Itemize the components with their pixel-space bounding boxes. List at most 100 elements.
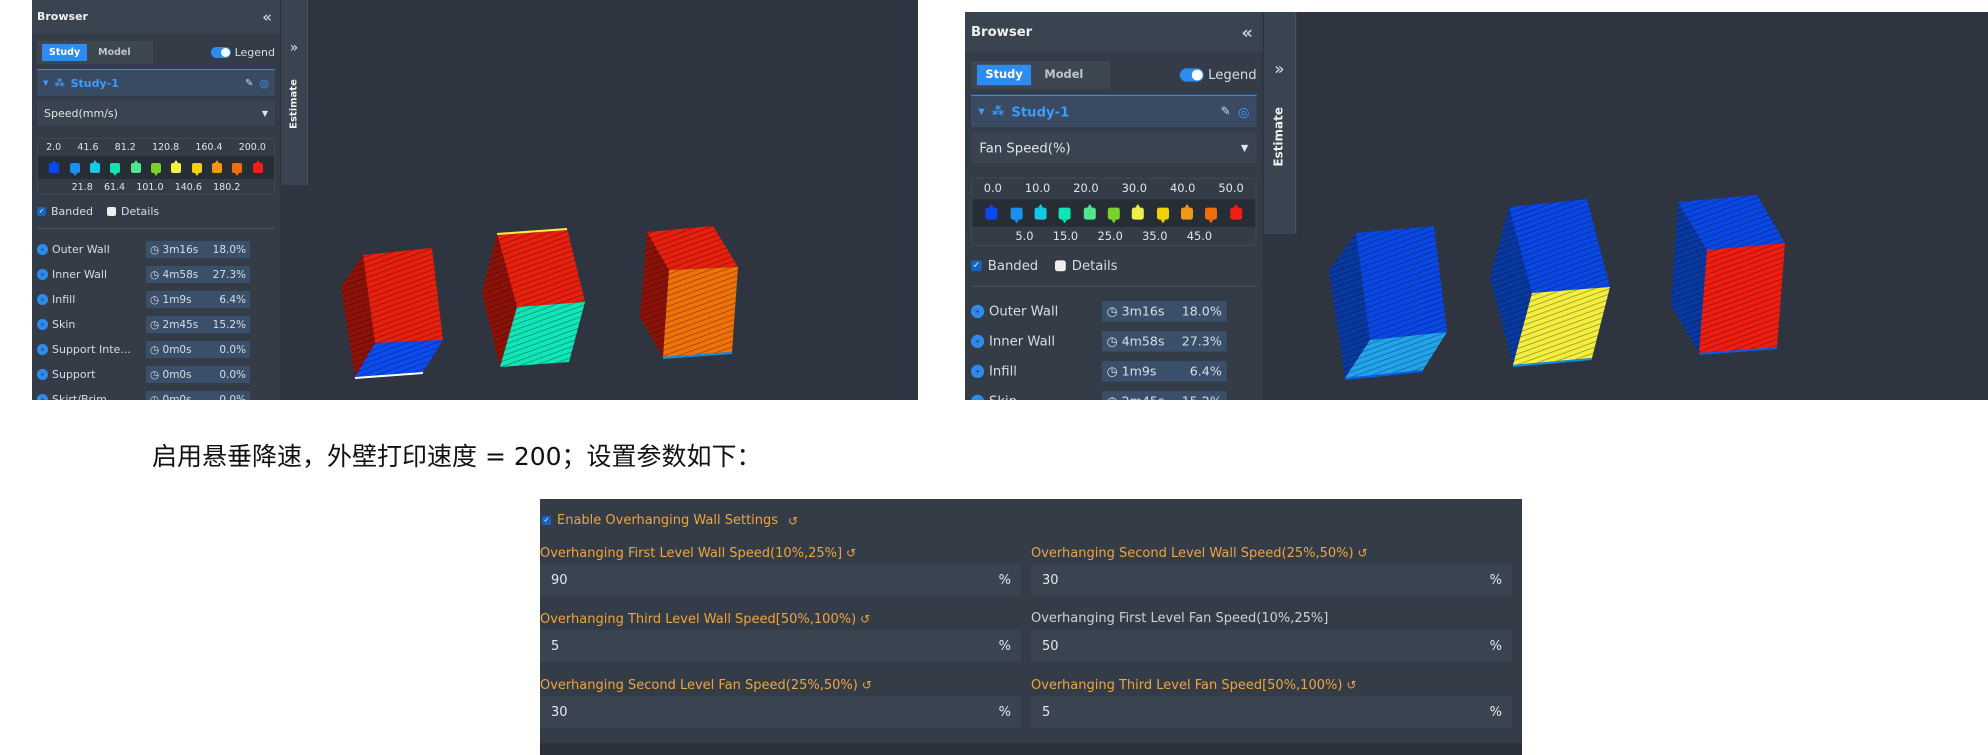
dropdown-value: Speed(mm/s) — [44, 106, 118, 120]
percent-value: 0.0% — [219, 393, 246, 401]
color-scheme-dropdown[interactable]: Fan Speed(%) ▼ — [971, 132, 1257, 164]
field-value[interactable]: 5 — [1042, 705, 1050, 720]
eye-icon[interactable] — [971, 334, 985, 348]
legend-tick-label: 120.8 — [151, 142, 180, 153]
legend-swatch — [1058, 207, 1071, 223]
legend-tick-label: 5.0 — [1015, 230, 1034, 244]
field-input[interactable]: 90% — [540, 564, 1021, 596]
field-input[interactable]: 30% — [1031, 564, 1512, 596]
eye-icon[interactable] — [971, 364, 985, 378]
eye-icon[interactable] — [37, 319, 48, 330]
undo-icon[interactable]: ↺ — [862, 678, 872, 692]
undo-icon[interactable]: ↺ — [1346, 678, 1356, 692]
legend-toggle[interactable]: Legend — [210, 46, 275, 59]
feature-row: Infill ◷ 1m9s 6.4% — [971, 356, 1257, 386]
tab-study[interactable]: Study — [977, 64, 1032, 86]
estimate-tab[interactable]: » Estimate — [1262, 12, 1297, 235]
percent-value: 0.0% — [219, 343, 246, 356]
eye-icon[interactable] — [37, 344, 48, 355]
checkbox[interactable] — [107, 207, 116, 216]
field-label-text: Overhanging First Level Wall Speed(10%,2… — [540, 546, 843, 561]
estimate-tab[interactable]: » Estimate — [280, 0, 308, 185]
banded-checkbox[interactable]: ✓ Banded — [971, 258, 1038, 274]
time-value: 0m0s — [162, 343, 192, 356]
edit-icon[interactable]: ✎ — [1221, 105, 1231, 118]
checkbox[interactable]: ✓ — [37, 207, 46, 216]
browser-header: Browser « — [32, 0, 280, 33]
caret-down-icon[interactable]: ▼ — [978, 107, 984, 117]
field-label: Overhanging Third Level Wall Speed[50%,1… — [540, 610, 1021, 630]
feature-name: Infill — [52, 293, 76, 306]
enable-overhang-checkbox[interactable]: ✓ Enable Overhanging Wall Settings ↺ — [542, 513, 798, 528]
unit-label: % — [1489, 572, 1502, 588]
field-input[interactable]: 30% — [540, 696, 1021, 728]
checkbox[interactable]: ✓ — [971, 260, 982, 272]
tab-model[interactable]: Model — [1036, 65, 1092, 85]
eye-icon[interactable] — [37, 369, 48, 380]
undo-icon[interactable]: ↺ — [860, 612, 870, 626]
unit-label: % — [998, 572, 1011, 588]
double-chevron-right-icon[interactable]: » — [1264, 60, 1295, 79]
field-value[interactable]: 50 — [1042, 639, 1059, 654]
details-checkbox[interactable]: Details — [1055, 258, 1118, 274]
feature-list: Outer Wall ◷ 3m16s 18.0% Inner Wall ◷ 4m58s 2… — [37, 237, 275, 400]
clock-icon: ◷ — [150, 343, 160, 356]
feature-row: Outer Wall ◷ 3m16s 18.0% — [37, 237, 275, 262]
study-row[interactable]: ▼ ⁂ Study-1 ✎ ◎ — [971, 94, 1257, 128]
eye-icon[interactable] — [971, 304, 985, 318]
toggle-switch[interactable] — [210, 47, 231, 58]
banded-checkbox[interactable]: ✓ Banded — [37, 205, 93, 218]
overhang-settings-panel: ✓ Enable Overhanging Wall Settings ↺ Ove… — [540, 499, 1522, 755]
study-row[interactable]: ▼ ⁂ Study-1 ✎ ◎ — [37, 69, 275, 96]
undo-icon[interactable]: ↺ — [788, 514, 798, 528]
time-value: 1m9s — [1121, 364, 1157, 379]
caret-down-icon[interactable]: ▼ — [43, 79, 48, 87]
time-value: 0m0s — [162, 393, 192, 401]
legend-tick-label: 21.8 — [71, 182, 93, 193]
eye-icon[interactable] — [37, 269, 48, 280]
time-value: 2m45s — [162, 318, 199, 331]
field-value[interactable]: 90 — [551, 573, 568, 588]
undo-icon[interactable]: ↺ — [846, 546, 856, 560]
feature-name: Skin — [52, 318, 76, 331]
toggle-switch[interactable] — [1179, 68, 1204, 82]
legend-tick-label: 45.0 — [1186, 230, 1213, 244]
details-checkbox[interactable]: Details — [107, 205, 159, 218]
legend-toggle[interactable]: Legend — [1179, 67, 1257, 83]
field-value[interactable]: 5 — [551, 639, 559, 654]
tab-study[interactable]: Study — [42, 44, 88, 61]
enable-overhang-label: Enable Overhanging Wall Settings — [557, 513, 779, 528]
eye-icon[interactable] — [37, 294, 48, 305]
field-value[interactable]: 30 — [1042, 573, 1059, 588]
double-chevron-right-icon[interactable]: » — [281, 40, 307, 56]
clock-icon: ◷ — [1106, 334, 1118, 349]
field-input[interactable]: 5% — [540, 630, 1021, 662]
double-chevron-left-icon[interactable]: « — [262, 8, 272, 26]
eye-icon[interactable] — [971, 394, 985, 400]
field-label-text: Overhanging Third Level Fan Speed[50%,10… — [1031, 678, 1343, 693]
grid-icon: ⁂ — [991, 105, 1005, 119]
clock-icon: ◷ — [150, 293, 160, 306]
legend-label: Legend — [1208, 67, 1257, 83]
edit-icon[interactable]: ✎ — [245, 78, 253, 89]
double-chevron-left-icon[interactable]: « — [1241, 21, 1253, 43]
undo-icon[interactable]: ↺ — [1358, 546, 1368, 560]
legend-tick-label: 15.0 — [1052, 230, 1079, 244]
legend-tick-label: 140.6 — [174, 182, 202, 193]
checkbox[interactable]: ✓ — [542, 516, 551, 525]
legend-swatch — [150, 162, 161, 176]
field-value[interactable]: 30 — [551, 705, 568, 720]
time-stat: ◷ 3m16s 18.0% — [146, 241, 250, 258]
target-icon[interactable]: ◎ — [1238, 104, 1250, 120]
checkbox[interactable] — [1055, 260, 1066, 272]
target-icon[interactable]: ◎ — [259, 77, 269, 90]
tab-model[interactable]: Model — [91, 44, 137, 61]
eye-icon[interactable] — [37, 244, 48, 255]
eye-icon[interactable] — [37, 394, 48, 400]
color-scheme-dropdown[interactable]: Speed(mm/s) ▼ — [37, 100, 275, 126]
legend-tick-label: 20.0 — [1073, 182, 1099, 196]
color-legend: 2.0 41.6 81.2 120.8 160.4 200.0 21.8 61.4 101.0… — [37, 138, 275, 195]
overhang-field: Overhanging Third Level Wall Speed[50%,1… — [540, 610, 1021, 662]
field-input[interactable]: 5% — [1031, 696, 1512, 728]
field-input[interactable]: 50% — [1031, 630, 1512, 662]
